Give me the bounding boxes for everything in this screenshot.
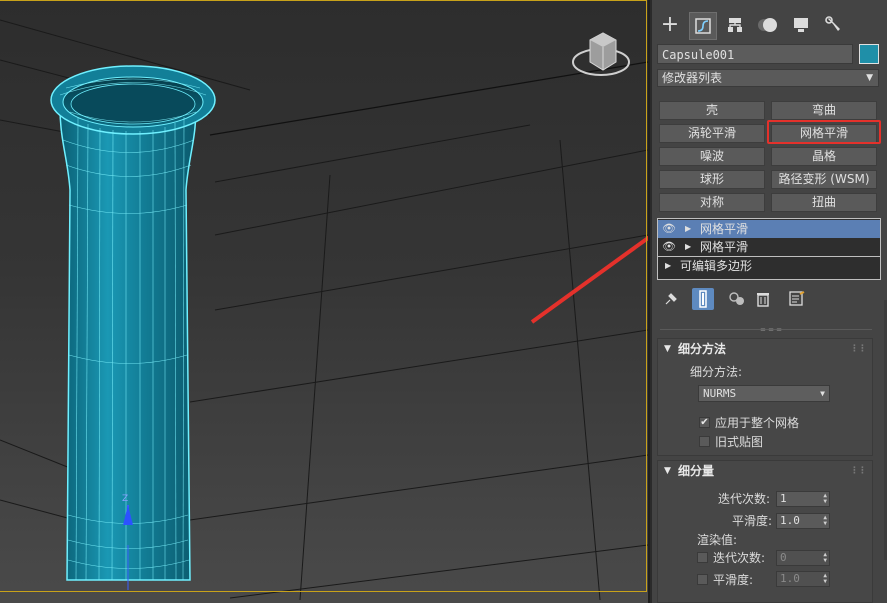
stack-item-editable-poly[interactable]: ▶ 可编辑多边形 bbox=[658, 257, 880, 275]
modifier-button-twist[interactable]: 扭曲 bbox=[771, 193, 877, 212]
modifier-button-turbosmooth[interactable]: 涡轮平滑 bbox=[659, 124, 765, 143]
subdivision-method-value: NURMS bbox=[703, 387, 737, 400]
iterations-label: 迭代次数: bbox=[718, 492, 771, 506]
spinner-arrows-icon[interactable]: ▲ ▼ bbox=[823, 515, 827, 527]
tab-modify[interactable] bbox=[689, 12, 717, 40]
render-iterations-checkbox[interactable] bbox=[697, 552, 708, 563]
highlight-box bbox=[767, 120, 881, 144]
modifier-button-lattice[interactable]: 晶格 bbox=[771, 147, 877, 166]
iterations-spinner[interactable]: 1 ▲ ▼ bbox=[776, 491, 830, 507]
z-axis-label: Z bbox=[122, 494, 129, 504]
stack-item-label: 网格平滑 bbox=[700, 240, 749, 254]
smoothness-value: 1.0 bbox=[780, 514, 800, 527]
spinner-arrows-icon[interactable]: ▲ ▼ bbox=[823, 493, 827, 505]
pin-icon bbox=[665, 293, 677, 305]
smoothness-spinner[interactable]: 1.0 ▲ ▼ bbox=[776, 513, 830, 529]
pin-stack-button[interactable] bbox=[660, 288, 682, 310]
stack-item-meshsmooth[interactable]: 👁 ▶ 网格平滑 bbox=[658, 238, 880, 256]
render-smoothness-value: 1.0 bbox=[780, 572, 800, 585]
chevron-down-icon: ▼ bbox=[820, 389, 825, 398]
render-iterations-spinner[interactable]: 0 ▲ ▼ bbox=[776, 550, 830, 566]
iterations-value: 1 bbox=[780, 492, 787, 505]
modifier-button-spherify[interactable]: 球形 bbox=[659, 170, 765, 189]
eye-icon[interactable]: 👁 bbox=[662, 238, 678, 256]
modifier-button-noise[interactable]: 噪波 bbox=[659, 147, 765, 166]
render-iterations-value: 0 bbox=[780, 551, 787, 564]
motion-icon bbox=[758, 18, 777, 32]
end-result-icon bbox=[699, 290, 707, 308]
rollout-subdivision-method: ▼ 细分方法 ⋮⋮ 细分方法: NURMS ▼ ✔ 应用于整个网格 旧式贴图 bbox=[657, 338, 873, 456]
grip-icon: ⋮⋮ bbox=[850, 344, 867, 354]
tab-hierarchy[interactable] bbox=[722, 12, 748, 38]
command-panel: + Capsule001 修改器列表 ▼ 壳 弯曲 涡轮平滑 网格平滑 噪波 晶… bbox=[650, 0, 887, 603]
modifier-stack[interactable]: 👁 ▶ 网格平滑 👁 ▶ 网格平滑 ▶ 可编辑多边形 bbox=[657, 218, 881, 280]
eye-icon[interactable]: 👁 bbox=[662, 220, 678, 238]
stack-item-label: 网格平滑 bbox=[700, 222, 749, 236]
tab-create[interactable]: + bbox=[657, 12, 683, 38]
stack-item-meshsmooth-top[interactable]: 👁 ▶ 网格平滑 bbox=[658, 220, 880, 238]
expand-triangle-icon[interactable]: ▶ bbox=[685, 238, 691, 256]
modifier-button-symmetry[interactable]: 对称 bbox=[659, 193, 765, 212]
render-iterations-label: 迭代次数: bbox=[713, 551, 766, 565]
object-name-field[interactable]: Capsule001 bbox=[657, 44, 853, 64]
apply-whole-mesh-checkbox[interactable]: ✔ bbox=[699, 417, 710, 428]
old-style-mapping-label: 旧式贴图 bbox=[715, 435, 764, 449]
modify-icon bbox=[695, 18, 711, 34]
smoothness-label: 平滑度: bbox=[732, 514, 773, 528]
modifier-button-bend[interactable]: 弯曲 bbox=[771, 101, 877, 120]
perspective-viewport[interactable]: Z bbox=[0, 0, 648, 603]
collapse-triangle-icon: ▼ bbox=[664, 466, 671, 476]
plus-icon: + bbox=[660, 12, 680, 37]
object-color-swatch[interactable] bbox=[859, 44, 879, 64]
hierarchy-icon bbox=[728, 18, 742, 32]
stack-item-label: 可编辑多边形 bbox=[680, 259, 753, 273]
collapse-triangle-icon: ▼ bbox=[664, 344, 671, 354]
view-cube-icon bbox=[572, 32, 630, 76]
chevron-down-icon: ▼ bbox=[866, 73, 873, 83]
modifier-button-shell[interactable]: 壳 bbox=[659, 101, 765, 120]
trash-icon bbox=[757, 293, 769, 307]
render-values-label: 渲染值: bbox=[697, 533, 738, 547]
modifier-button-pathdeform[interactable]: 路径变形 (WSM) bbox=[771, 170, 877, 189]
grip-icon: ⋮⋮ bbox=[850, 466, 867, 476]
viewport-scene bbox=[0, 19, 648, 601]
remove-modifier-button[interactable] bbox=[752, 288, 774, 310]
make-unique-button[interactable] bbox=[726, 288, 748, 310]
rollout-subdivision-amount: ▼ 细分量 ⋮⋮ 迭代次数: 1 ▲ ▼ 平滑度: 1.0 ▲ ▼ 渲染值: 迭代次… bbox=[657, 460, 873, 603]
tab-display[interactable] bbox=[788, 12, 814, 38]
show-end-result-button[interactable] bbox=[692, 288, 714, 310]
modifier-list-label: 修改器列表 bbox=[662, 71, 723, 85]
stack-toolbar bbox=[660, 288, 880, 310]
command-panel-tabs: + bbox=[652, 8, 887, 44]
rollout-header-subdivision-method[interactable]: ▼ 细分方法 ⋮⋮ bbox=[658, 339, 872, 359]
subdivision-method-select[interactable]: NURMS ▼ bbox=[698, 385, 830, 402]
tab-utilities[interactable] bbox=[821, 12, 847, 38]
rollout-header-subdivision-amount[interactable]: ▼ 细分量 ⋮⋮ bbox=[658, 461, 872, 481]
capsule-mesh bbox=[50, 65, 216, 581]
apply-whole-mesh-label: 应用于整个网格 bbox=[715, 416, 800, 430]
wrench-icon bbox=[825, 16, 840, 31]
modifier-list-dropdown[interactable]: 修改器列表 ▼ bbox=[657, 69, 879, 87]
panel-separator: = = = bbox=[660, 326, 872, 334]
spinner-arrows-icon[interactable]: ▲ ▼ bbox=[823, 573, 827, 585]
spinner-arrows-icon[interactable]: ▲ ▼ bbox=[823, 552, 827, 564]
annotation-arrow bbox=[530, 235, 648, 324]
render-smoothness-checkbox[interactable] bbox=[697, 574, 708, 585]
render-smoothness-spinner[interactable]: 1.0 ▲ ▼ bbox=[776, 571, 830, 587]
expand-triangle-icon[interactable]: ▶ bbox=[665, 257, 671, 275]
render-smoothness-label: 平滑度: bbox=[713, 573, 754, 587]
old-style-mapping-checkbox[interactable] bbox=[699, 436, 710, 447]
rollout-title: 细分方法 bbox=[678, 342, 727, 356]
configure-modifier-sets-button[interactable] bbox=[786, 288, 808, 310]
make-unique-icon bbox=[729, 292, 744, 305]
expand-triangle-icon[interactable]: ▶ bbox=[685, 220, 691, 238]
configure-icon bbox=[789, 291, 805, 306]
rollout-title: 细分量 bbox=[678, 464, 715, 478]
tab-motion[interactable] bbox=[755, 12, 781, 38]
display-icon bbox=[794, 18, 808, 32]
method-label: 细分方法: bbox=[690, 365, 743, 379]
